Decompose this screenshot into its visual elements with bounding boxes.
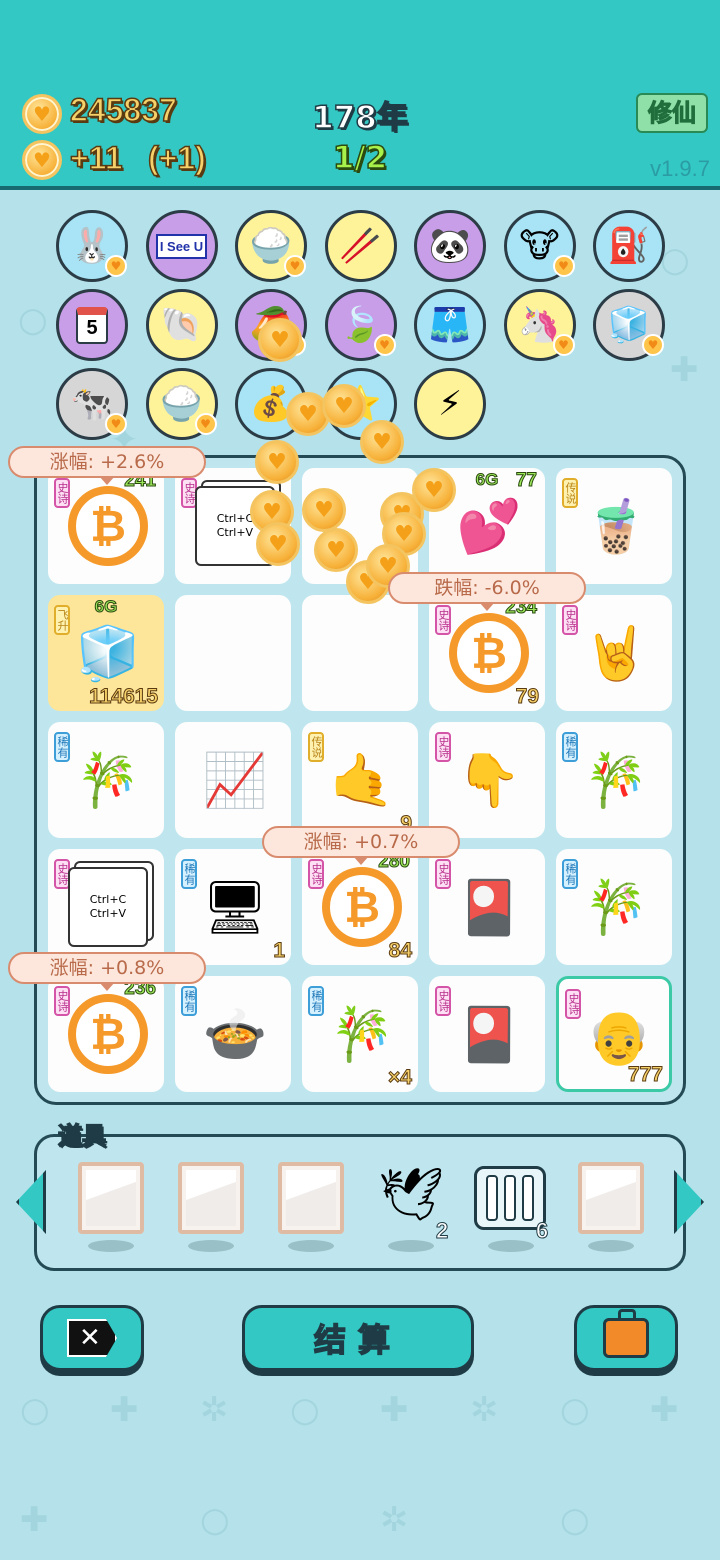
rarity-tag: 史诗 — [308, 859, 324, 889]
board-cell[interactable]: 史诗 ₿ 234 79 — [429, 595, 545, 711]
board-cell[interactable]: 飞升 🧊 6G 114615 — [48, 595, 164, 711]
panda-icon[interactable]: 🐼 — [414, 210, 486, 282]
bamboo-icon: 🎋 — [583, 750, 649, 811]
rarity-tag: 史诗 — [435, 605, 451, 635]
bamboo-icon: 🎋 — [329, 1004, 395, 1065]
board-cell[interactable]: 稀有 🎋 — [556, 849, 672, 965]
board-cell[interactable]: 史诗 ₿ 241 — [48, 468, 164, 584]
bubble-tea-icon: 🧋 — [583, 496, 649, 557]
cancel-button[interactable]: ✕ — [40, 1305, 144, 1371]
board-cell[interactable]: 📈 — [175, 722, 291, 838]
tool-slot-empty[interactable] — [78, 1162, 144, 1234]
price-change-bubble: 涨幅: +0.8% — [8, 952, 206, 991]
i-see-u-sign-icon[interactable]: I See U — [145, 210, 218, 282]
fridge-icon: 🧊 — [75, 623, 141, 684]
item-value: 79 — [515, 685, 539, 709]
rice-bowl-icon[interactable]: 🍚 ♥ — [235, 210, 307, 282]
lightning-icon[interactable]: ⚡ — [414, 368, 486, 440]
graphics-card-icon: 🎴 — [456, 1004, 522, 1065]
cage-count: 6 — [535, 1218, 549, 1244]
level-label: 6G — [94, 597, 118, 617]
white-bird-icon[interactable]: 🕊 — [378, 1164, 444, 1234]
shell-icon[interactable]: 🐚 — [145, 289, 218, 361]
stage-progress: 1/2 — [332, 139, 388, 177]
graphics-card-icon: 🎴 — [456, 877, 522, 938]
board-cell[interactable]: 史诗 👇 — [429, 722, 545, 838]
board-cell[interactable]: 传说 🧋 — [556, 468, 672, 584]
item-value: 1 — [273, 939, 286, 963]
sugar-cubes-icon[interactable]: 🧊 ♥ — [593, 289, 665, 361]
unicorn-icon[interactable]: 🦄 ♥ — [503, 289, 576, 361]
board-cell[interactable]: 稀有 🍲 — [175, 976, 291, 1092]
skirt-icon[interactable]: 🩳 — [414, 289, 486, 361]
bird-count: 2 — [435, 1218, 449, 1244]
board-cell[interactable]: 史诗 🤘 — [556, 595, 672, 711]
tool-slot-empty[interactable] — [178, 1162, 244, 1234]
bunny-icon[interactable]: 🐰 ♥ — [56, 210, 128, 282]
coin-icon — [22, 94, 62, 134]
coin-income: +11 — [69, 139, 123, 177]
item-value: 84 — [388, 939, 412, 963]
tool-slot-empty[interactable] — [278, 1162, 344, 1234]
item-value: 777 — [627, 1063, 663, 1087]
board-cell[interactable]: 史诗 👴 777 — [556, 976, 672, 1092]
price-change-bubble: 跌幅: -6.0% — [388, 572, 586, 611]
rarity-tag: 史诗 — [54, 478, 70, 508]
tools-title: 道具 — [57, 1121, 107, 1151]
rice-bowl-icon[interactable]: 🍚 ♥ — [145, 368, 218, 440]
inventory-button[interactable] — [574, 1305, 678, 1371]
board-cell[interactable]: 传说 🤙 9 — [302, 722, 418, 838]
bitcoin-icon: ₿ — [449, 613, 529, 693]
board-cell[interactable]: 史诗 ₿ 236 — [48, 976, 164, 1092]
tool-slot-empty[interactable] — [578, 1162, 644, 1234]
bamboo-icon: 🎋 — [583, 877, 649, 938]
coin-total: 245837 — [69, 91, 177, 129]
bitcoin-icon: ₿ — [322, 867, 402, 947]
calendar-icon[interactable]: 5 — [56, 289, 128, 361]
copy-paste-icon: Ctrl+C Ctrl+V — [68, 867, 148, 947]
board-cell[interactable]: 史诗 🎴 — [429, 976, 545, 1092]
top-value: 77 — [515, 470, 537, 492]
cultivation-mode-button[interactable]: 修仙 — [636, 93, 708, 133]
board-cell[interactable]: 史诗 ₿ 280 84 — [302, 849, 418, 965]
pressure-cooker-icon: 🍲 — [202, 1004, 268, 1065]
cow-twins-icon[interactable]: 🐮 ♥ — [503, 210, 576, 282]
item-value: ×4 — [388, 1066, 413, 1090]
pc-tower-icon: 🖥 — [201, 877, 268, 938]
pointing-hand-icon: 👇 — [456, 750, 522, 811]
price-change-bubble: 涨幅: +0.7% — [262, 826, 460, 865]
coin-icon — [22, 140, 62, 180]
rock-hand-icon: 🤘 — [583, 623, 649, 684]
item-value: 114615 — [89, 685, 159, 709]
board-cell[interactable]: 稀有 🖥 1 — [175, 849, 291, 965]
price-change-bubble: 涨幅: +2.6% — [8, 446, 206, 485]
cow-duo-icon[interactable]: 🐄 ♥ — [56, 368, 128, 440]
board-cell[interactable] — [175, 595, 291, 711]
rarity-tag: 史诗 — [54, 986, 70, 1016]
coin-income-bonus: (+1) — [147, 139, 206, 177]
briefcase-icon — [603, 1309, 649, 1358]
bitcoin-icon: ₿ — [68, 486, 148, 566]
settle-label: 结算 — [313, 1320, 402, 1360]
board-cell[interactable]: 史诗 🎴 — [429, 849, 545, 965]
stock-chart-icon: 📈 — [202, 750, 268, 811]
settle-button[interactable]: 结算 — [242, 1305, 474, 1371]
board-cell[interactable]: 稀有 🎋 ×4 — [302, 976, 418, 1092]
board-cell[interactable]: 史诗 Ctrl+C Ctrl+V — [48, 849, 164, 965]
year-counter: 178年 — [311, 99, 408, 137]
board-cell[interactable] — [302, 595, 418, 711]
gold-hand-icon: 🤙 — [329, 750, 395, 811]
leaf-icon[interactable]: 🍃 ♥ — [324, 289, 397, 361]
board-cell[interactable]: 稀有 🎋 — [48, 722, 164, 838]
bitcoin-icon: ₿ — [68, 994, 148, 1074]
close-icon: ✕ — [67, 1319, 117, 1357]
hearts-crown-icon: 💕 — [456, 496, 522, 557]
board-cell[interactable]: 稀有 🎋 — [556, 722, 672, 838]
pump-icon[interactable]: ⛽ — [593, 210, 665, 282]
bamboo-icon: 🎋 — [75, 750, 141, 811]
chopsticks-icon[interactable]: 🥢 — [324, 210, 397, 282]
version-label: v1.9.7 — [650, 156, 710, 181]
